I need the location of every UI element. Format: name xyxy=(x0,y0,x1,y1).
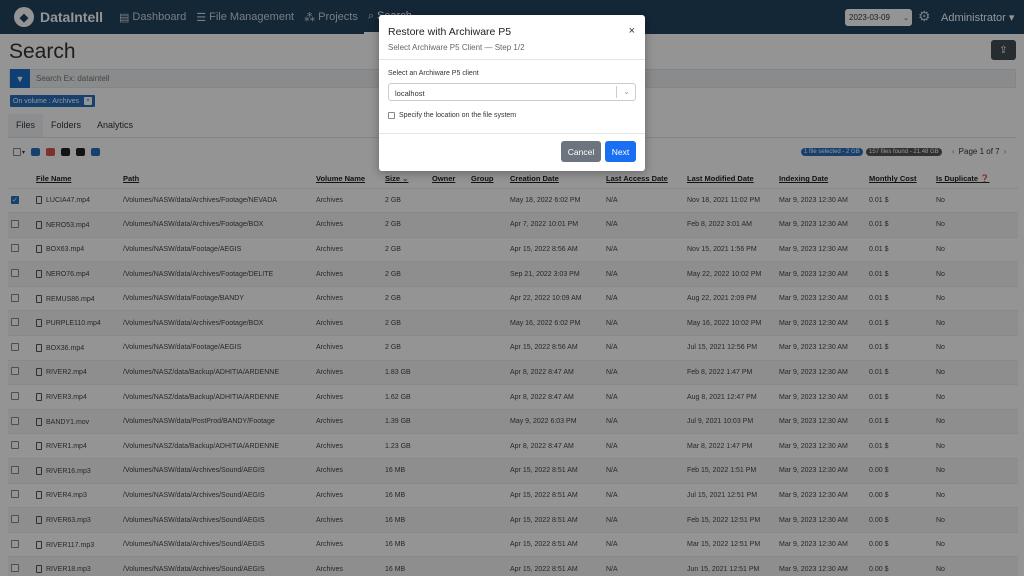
next-button[interactable]: Next xyxy=(605,141,636,162)
cancel-button[interactable]: Cancel xyxy=(561,141,601,162)
location-label: Specify the location on the file system xyxy=(399,112,517,119)
modal-header: Restore with Archiware P5 Select Archiwa… xyxy=(379,15,645,60)
modal-footer: Cancel Next xyxy=(379,133,645,171)
location-checkbox[interactable] xyxy=(388,112,395,119)
select-divider xyxy=(616,86,617,98)
restore-modal: Restore with Archiware P5 Select Archiwa… xyxy=(379,15,645,171)
modal-subtitle: Select Archiware P5 Client — Step 1/2 xyxy=(388,43,525,52)
client-select[interactable]: localhost ⌄ xyxy=(388,83,636,101)
modal-body: Select an Archiware P5 client localhost … xyxy=(379,60,645,119)
close-icon[interactable]: × xyxy=(629,25,635,37)
location-option[interactable]: Specify the location on the file system xyxy=(388,112,636,119)
modal-title: Restore with Archiware P5 xyxy=(388,26,512,38)
chevron-down-icon: ⌄ xyxy=(623,87,630,96)
client-value: localhost xyxy=(395,89,425,98)
client-label: Select an Archiware P5 client xyxy=(388,70,479,77)
